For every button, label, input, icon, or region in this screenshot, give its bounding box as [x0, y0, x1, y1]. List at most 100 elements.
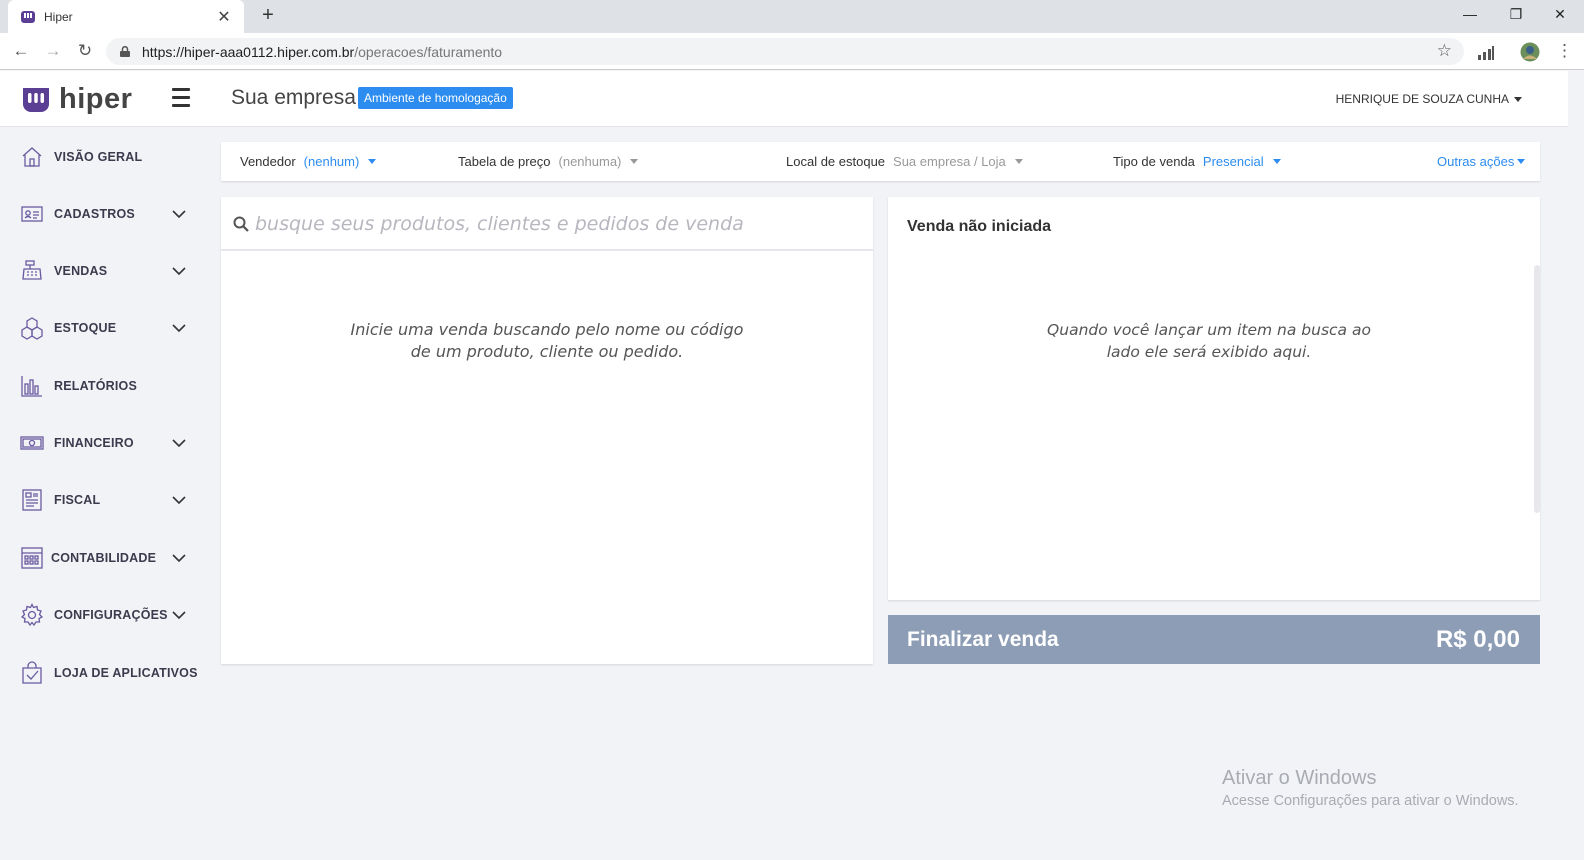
logo-text: hiper	[59, 83, 133, 115]
sidebar-item-vendas[interactable]: VENDAS	[0, 251, 210, 291]
browser-menu-icon[interactable]: ⋮	[1556, 41, 1573, 61]
sidebar-item-configuracoes[interactable]: CONFIGURAÇÕES	[0, 595, 210, 635]
sidebar-item-label: FINANCEIRO	[54, 436, 134, 450]
stock-location-value: Sua empresa / Loja	[893, 154, 1006, 169]
sidebar-item-label: CONFIGURAÇÕES	[54, 608, 168, 622]
url-host: https://hiper-aaa0112.hiper.com.br	[142, 43, 355, 60]
search-hint: Inicie uma venda buscando pelo nome ou c…	[347, 319, 747, 363]
chevron-down-icon	[172, 210, 186, 219]
caret-down-icon	[368, 159, 377, 164]
seller-label: Vendedor	[240, 154, 296, 169]
stock-location-filter[interactable]: Local de estoque Sua empresa / Loja	[786, 154, 1023, 169]
sidebar-item-loja-de-aplicativos[interactable]: LOJA DE APLICATIVOS	[0, 653, 210, 693]
search-hint-line1: Inicie uma venda buscando pelo nome ou c…	[350, 320, 744, 339]
seller-value: (nenhum)	[303, 154, 360, 169]
caret-down-icon	[630, 159, 639, 164]
back-icon[interactable]: ←	[11, 41, 31, 61]
minimize-icon[interactable]: —	[1455, 6, 1485, 22]
caret-down-icon	[1514, 96, 1522, 102]
forward-icon[interactable]: →	[43, 41, 63, 61]
sidebar-item-label: VENDAS	[54, 264, 108, 278]
search-panel: Inicie uma venda buscando pelo nome ou c…	[221, 197, 873, 664]
hamburger-menu-icon[interactable]	[172, 88, 190, 110]
profile-avatar-icon[interactable]	[1520, 42, 1540, 62]
user-name: HENRIQUE DE SOUZA CUNHA	[1335, 92, 1509, 106]
sidebar-item-cadastros[interactable]: CADASTROS	[0, 194, 210, 234]
sidebar-item-relatorios[interactable]: RELATÓRIOS	[0, 366, 210, 406]
environment-badge: Ambiente de homologação	[358, 87, 513, 109]
app-header: hiper Sua empresa Ambiente de homologaçã…	[0, 71, 1568, 127]
sidebar-item-financeiro[interactable]: FINANCEIRO	[0, 423, 210, 463]
url-field[interactable]: https://hiper-aaa0112.hiper.com.br/opera…	[106, 38, 1464, 65]
finalize-sale-label: Finalizar venda	[907, 627, 1059, 651]
sidebar-item-label: RELATÓRIOS	[54, 379, 138, 393]
sidebar-item-contabilidade[interactable]: CONTABILIDADE	[0, 538, 210, 578]
caret-down-icon	[1272, 159, 1281, 164]
caret-down-icon	[1517, 159, 1526, 164]
home-icon	[22, 147, 42, 167]
search-input[interactable]	[255, 209, 855, 239]
address-bar: ← → ↻ https://hiper-aaa0112.hiper.com.br…	[0, 33, 1584, 70]
new-tab-button[interactable]: +	[256, 4, 280, 27]
sidebar-item-label: CADASTROS	[54, 207, 135, 221]
chevron-down-icon	[172, 554, 186, 563]
chevron-down-icon	[172, 496, 186, 505]
sale-panel-scrollbar[interactable]	[1534, 265, 1540, 513]
close-window-icon[interactable]: ✕	[1545, 6, 1575, 23]
caret-down-icon	[1014, 159, 1023, 164]
sidebar-item-visao-geral[interactable]: VISÃO GERAL	[0, 137, 210, 177]
close-tab-icon[interactable]: ✕	[216, 7, 232, 27]
search-icon	[233, 216, 249, 232]
search-box	[221, 197, 873, 251]
sale-status-title: Venda não iniciada	[907, 218, 1052, 235]
chevron-down-icon	[172, 611, 186, 620]
reload-icon[interactable]: ↻	[75, 41, 95, 61]
chevron-down-icon	[172, 439, 186, 448]
sale-hint-line1: Quando você lançar um item na busca ao	[1047, 321, 1371, 339]
tab-title: Hiper	[44, 9, 73, 24]
sidebar-item-fiscal[interactable]: FISCAL	[0, 480, 210, 520]
sale-filter-bar: Vendedor (nenhum) Tabela de preço (nenhu…	[221, 142, 1540, 181]
bookmark-star-icon[interactable]: ☆	[1437, 41, 1452, 61]
sale-type-filter[interactable]: Tipo de venda Presencial	[1113, 154, 1281, 169]
price-table-filter[interactable]: Tabela de preço (nenhuma)	[458, 154, 639, 169]
sidebar-item-label: VISÃO GERAL	[54, 150, 143, 164]
other-actions-menu[interactable]: Outras ações	[1437, 154, 1526, 169]
calculator-icon	[21, 547, 43, 569]
id-card-icon	[21, 206, 43, 222]
browser-tab[interactable]: Hiper ✕	[8, 0, 244, 33]
url-path: /operacoes/faturamento	[354, 43, 503, 60]
sidebar-item-label: ESTOQUE	[54, 321, 117, 335]
watermark-title: Ativar o Windows	[1222, 767, 1377, 789]
gear-icon	[20, 603, 44, 627]
user-menu[interactable]: HENRIQUE DE SOUZA CUNHA	[1336, 92, 1522, 106]
sale-type-value: Presencial	[1202, 154, 1264, 169]
finalize-sale-button[interactable]: Finalizar venda R$ 0,00	[888, 615, 1540, 664]
invoice-icon	[22, 489, 42, 511]
sale-total: R$ 0,00	[1435, 625, 1520, 653]
seller-filter[interactable]: Vendedor (nenhum)	[240, 154, 377, 169]
hiper-logo[interactable]: hiper	[20, 83, 132, 116]
sale-hint: Quando você lançar um item na busca ao l…	[1034, 319, 1384, 363]
boxes-icon	[21, 317, 43, 340]
app-store-icon	[22, 661, 42, 684]
search-hint-line2: de um produto, cliente ou pedido.	[410, 342, 684, 361]
hiper-logo-icon	[23, 87, 49, 112]
price-table-label: Tabela de preço	[458, 154, 551, 169]
cash-register-icon	[22, 260, 42, 280]
hiper-favicon-icon	[21, 10, 35, 23]
sidebar-item-label: LOJA DE APLICATIVOS	[54, 666, 198, 680]
company-name: Sua empresa	[231, 86, 356, 109]
other-actions-label: Outras ações	[1437, 154, 1515, 169]
watermark-subtitle: Acesse Configurações para ativar o Windo…	[1222, 793, 1519, 809]
sidebar-item-estoque[interactable]: ESTOQUE	[0, 308, 210, 348]
sidebar-item-label: FISCAL	[54, 493, 101, 507]
chevron-down-icon	[172, 267, 186, 276]
lock-icon	[120, 46, 130, 57]
browser-tab-bar: Hiper ✕ + — ❐ ✕	[0, 0, 1584, 33]
restore-icon[interactable]: ❐	[1501, 6, 1531, 23]
sidebar-item-label: CONTABILIDADE	[51, 551, 157, 565]
signal-extension-icon[interactable]	[1476, 42, 1496, 62]
stock-location-label: Local de estoque	[786, 154, 886, 169]
sale-hint-line2: lado ele será exibido aqui.	[1106, 343, 1312, 361]
